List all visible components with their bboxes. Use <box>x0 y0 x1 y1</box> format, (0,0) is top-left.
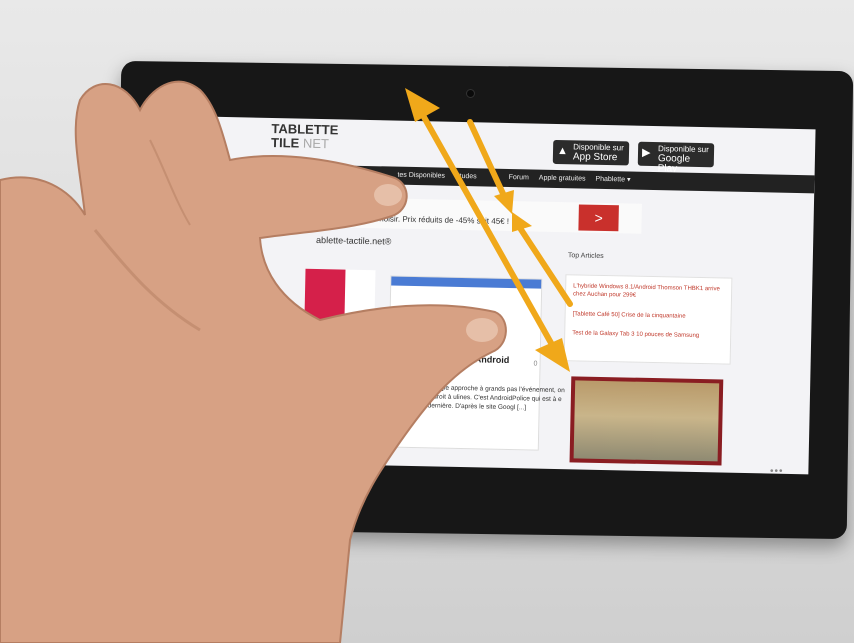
hand-icon <box>0 80 507 643</box>
gesture-overlay <box>0 80 573 643</box>
finger-nail <box>374 184 402 206</box>
thumb-nail <box>466 318 498 342</box>
photo-scene: TABLETTE TILE NET ▲ Disponible sur App S… <box>0 0 854 643</box>
